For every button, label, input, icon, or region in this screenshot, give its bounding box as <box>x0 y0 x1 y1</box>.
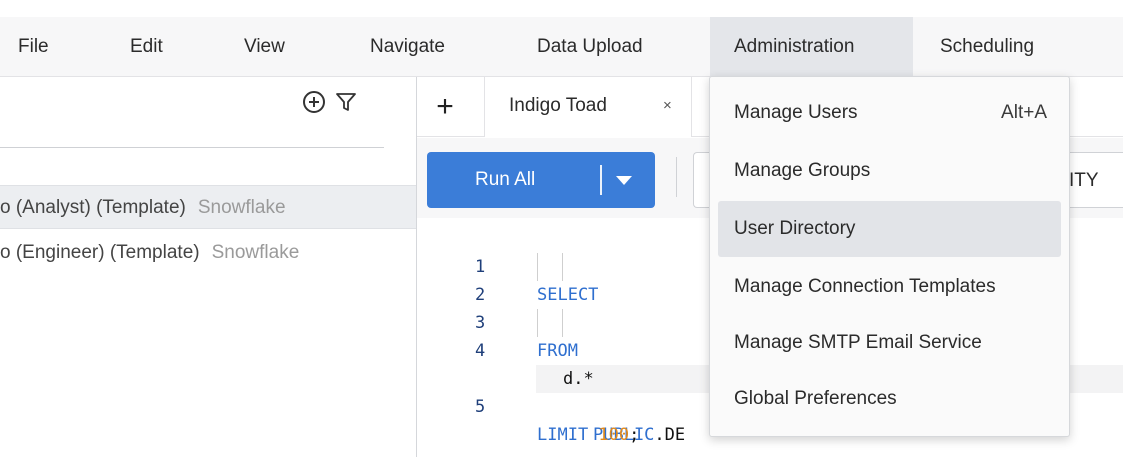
menu-item-global-preferences[interactable]: Global Preferences <box>718 371 1061 427</box>
code-text: LIMIT <box>537 425 599 445</box>
connection-name: o (Engineer) (Template) <box>0 242 200 263</box>
menu-item-manage-smtp-email-service[interactable]: Manage SMTP Email Service <box>718 315 1061 371</box>
connection-type: Snowflake <box>197 197 286 218</box>
menu-scheduling[interactable]: Scheduling <box>940 17 1034 77</box>
top-strip <box>0 0 1123 17</box>
connection-row[interactable]: o (Analyst) (Template) Snowflake <box>0 185 416 229</box>
code-text: FROM <box>537 341 578 361</box>
administration-dropdown: Manage Users Alt+A Manage Groups User Di… <box>709 76 1070 437</box>
menu-administration[interactable]: Administration <box>710 17 913 77</box>
filter-icon[interactable] <box>334 90 358 114</box>
menu-navigate[interactable]: Navigate <box>370 17 445 77</box>
connection-row[interactable]: o (Engineer) (Template) Snowflake <box>0 231 416 275</box>
toolbar-divider <box>676 157 677 197</box>
code-text: .DE <box>654 425 686 445</box>
menu-item-label: Global Preferences <box>734 388 897 409</box>
split-divider <box>600 165 602 195</box>
tab-label: Indigo Toad <box>509 95 607 116</box>
connection-name: o (Analyst) (Template) <box>0 197 186 218</box>
run-all-label: Run All <box>475 169 536 190</box>
code-number: 100 <box>598 425 630 445</box>
new-tab-button[interactable]: + <box>425 87 465 127</box>
indent-guide <box>562 253 563 281</box>
connection-type: Snowflake <box>211 242 300 263</box>
line-number: 5 <box>475 397 486 417</box>
close-icon[interactable]: × <box>663 97 672 114</box>
shortcut-label: Alt+A <box>1001 102 1047 123</box>
menu-item-label: Manage SMTP Email Service <box>734 332 982 353</box>
menu-view[interactable]: View <box>244 17 285 77</box>
add-circle-icon[interactable] <box>302 90 326 114</box>
search-underline <box>0 147 384 148</box>
menu-item-manage-users[interactable]: Manage Users Alt+A <box>718 85 1061 141</box>
menu-item-label: Manage Users <box>734 102 858 123</box>
menu-item-label: Manage Groups <box>734 160 871 181</box>
indent-guide <box>537 253 538 281</box>
menu-item-label: Manage Connection Templates <box>734 276 996 297</box>
toolbar-field-text: ITY <box>1069 170 1099 191</box>
menu-edit[interactable]: Edit <box>130 17 163 77</box>
menu-item-manage-groups[interactable]: Manage Groups <box>718 143 1061 199</box>
menu-item-label: User Directory <box>734 218 856 239</box>
indent-guide <box>537 309 538 337</box>
menu-file[interactable]: File <box>18 17 49 77</box>
connection-tools <box>302 90 358 114</box>
menu-item-manage-connection-templates[interactable]: Manage Connection Templates <box>718 259 1061 315</box>
run-all-button[interactable]: Run All <box>427 152 655 208</box>
chevron-down-icon[interactable] <box>616 176 632 185</box>
line-number: 4 <box>475 341 486 361</box>
code-text: ; <box>629 425 640 445</box>
menu-bar: File Edit View Navigate Data Upload Admi… <box>0 17 1123 77</box>
menu-data-upload[interactable]: Data Upload <box>537 17 643 77</box>
menu-item-user-directory[interactable]: User Directory <box>718 201 1061 257</box>
indent-guide <box>562 309 563 337</box>
tab-indigo-toad[interactable]: Indigo Toad × <box>484 77 692 137</box>
